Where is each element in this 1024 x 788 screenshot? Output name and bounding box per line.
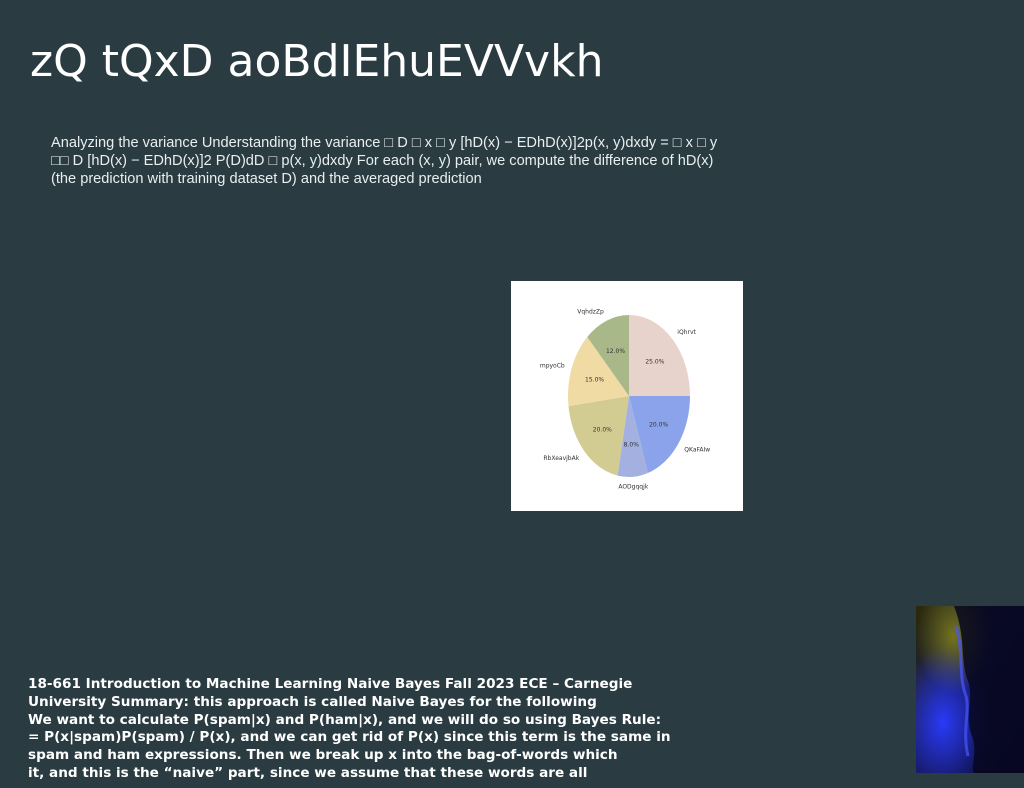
photo-thumbnail (916, 606, 1024, 773)
pie-percent-label: 20.0% (593, 426, 612, 433)
footer-line: = P(x|spam)P(spam) / P(x), and we can ge… (28, 729, 671, 746)
pie-percent-label: 25.0% (645, 359, 664, 366)
photo-image (916, 606, 1024, 773)
pie-slice-iqhrvt (629, 315, 690, 396)
pie-chart-frame: 25.0% iQhrvt 20.0% QKaFAIw 8.0% AODgqqjk 20.0%… (511, 281, 743, 511)
footer-line: We want to calculate P(spam|x) and P(ham… (28, 711, 662, 728)
pie-category-label: AODgqqjk (618, 484, 648, 491)
pie-category-label: VqhdzZp (577, 309, 604, 316)
pie-percent-label: 8.0% (624, 442, 640, 449)
pie-chart: 25.0% iQhrvt 20.0% QKaFAIw 8.0% AODgqqjk 20.0%… (540, 309, 710, 491)
pie-percent-label: 15.0% (585, 377, 604, 384)
footer-line: University Summary: this approach is cal… (28, 693, 597, 710)
pie-percent-label: 12.0% (606, 348, 625, 355)
slide-body-text: Analyzing the variance Understanding the… (51, 135, 718, 187)
pie-category-label: iQhrvt (677, 329, 696, 336)
footer-line: spam and ham expressions. Then we break … (28, 747, 618, 764)
footer-line: 18-661 Introduction to Machine Learning … (28, 676, 633, 692)
pie-percent-label: 20.0% (649, 422, 668, 429)
pie-category-label: QKaFAIw (684, 446, 710, 453)
pie-category-label: RbXeavjbAk (543, 455, 579, 462)
footer-line: it, and this is the “naive” part, since … (28, 764, 588, 781)
slide-title: zQ tQxD aoBdIEhuEVVvkh (30, 36, 604, 87)
pie-category-label: mpyoCb (540, 362, 565, 369)
footer-text: 18-661 Introduction to Machine Learning … (28, 676, 728, 783)
